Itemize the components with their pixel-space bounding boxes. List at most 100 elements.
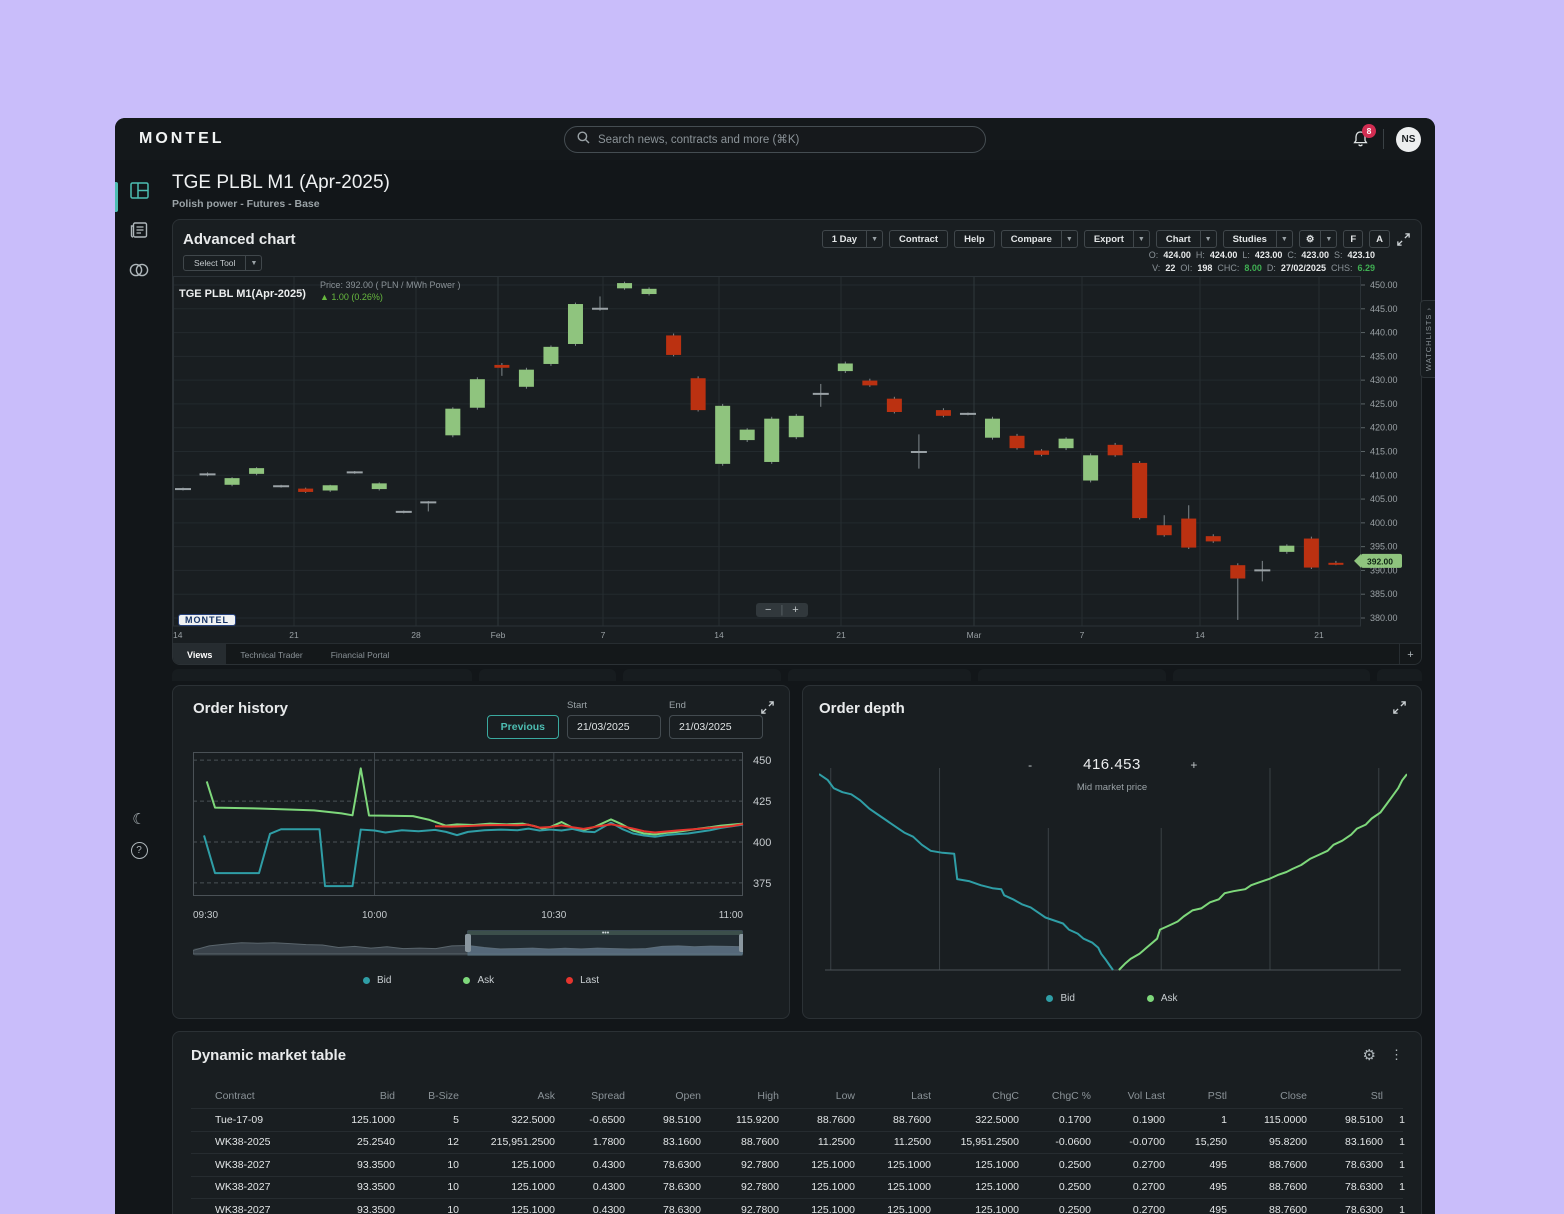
x-tick-label: 09:30	[193, 910, 218, 921]
low-value: 423.00	[1255, 250, 1283, 260]
table-cell: 0.2500	[1019, 1159, 1091, 1171]
table-cell: 125.1000	[855, 1181, 931, 1193]
expand-chart-button[interactable]	[1396, 232, 1411, 247]
expand-order-history-button[interactable]	[760, 700, 775, 720]
table-row[interactable]: WK38-202793.350010125.10000.430078.63009…	[191, 1176, 1403, 1199]
dark-mode-toggle[interactable]: ☾	[132, 810, 145, 828]
start-date-input[interactable]: 21/03/2025	[567, 715, 661, 739]
x-tick-label: 21	[836, 630, 845, 640]
series-change: 1.00 (0.26%)	[331, 292, 383, 302]
candle	[1181, 519, 1196, 548]
column-header[interactable]: ChgC %	[1019, 1090, 1091, 1102]
column-header[interactable]: Close	[1227, 1090, 1307, 1102]
ask-depth-line	[1119, 774, 1407, 970]
date-value: 27/02/2025	[1281, 263, 1326, 273]
column-header[interactable]: PStl	[1165, 1090, 1227, 1102]
left-sidebar: ☾ ?	[115, 160, 163, 1214]
candlestick-chart[interactable]: 450.00445.00440.00435.00430.00425.00420.…	[173, 276, 1421, 628]
x-tick-label: Feb	[491, 630, 506, 640]
table-cell: 11.2500	[779, 1136, 855, 1148]
range-navigator[interactable]: •••	[193, 930, 743, 961]
table-row[interactable]: WK38-202525.254012215,951.25001.780083.1…	[191, 1131, 1403, 1154]
moon-icon: ☾	[132, 811, 145, 828]
table-cell: 78.6300	[1307, 1159, 1383, 1171]
candle	[1108, 445, 1123, 455]
table-cell: 98.5100	[625, 1114, 701, 1126]
y-tick-label: 395.00	[1370, 542, 1398, 552]
column-header[interactable]: Last	[855, 1090, 931, 1102]
table-row[interactable]: Tue-17-09125.10005322.5000-0.650098.5100…	[191, 1108, 1403, 1131]
table-cell: 115.0000	[1227, 1114, 1307, 1126]
navigator-handle-right[interactable]	[739, 934, 743, 952]
x-tick-label: Mar	[967, 630, 982, 640]
legend-item-ask[interactable]: Ask	[1147, 993, 1178, 1004]
timeframe-button[interactable]: 1 Day▼	[822, 230, 883, 248]
chart-settings-button[interactable]: ⚙▼	[1299, 230, 1337, 248]
table-cell: WK38-2027	[191, 1181, 309, 1193]
help-button[interactable]: ?	[131, 842, 148, 859]
legend-item-ask[interactable]: Ask	[463, 975, 494, 986]
export-button[interactable]: Export▼	[1084, 230, 1150, 248]
zoom-in-button[interactable]: +	[792, 604, 798, 616]
table-cell: 98.5100	[1307, 1114, 1383, 1126]
candle	[568, 304, 583, 344]
x-tick-label: 10:00	[362, 910, 387, 921]
column-header[interactable]: B-Size	[395, 1090, 459, 1102]
advanced-chart-title: Advanced chart	[183, 231, 296, 248]
mid-price-increase-button[interactable]: +	[1187, 758, 1201, 772]
column-header[interactable]: Bid	[309, 1090, 395, 1102]
navigator-handle-left[interactable]	[465, 934, 471, 952]
candle	[1034, 451, 1049, 455]
column-header[interactable]: Ask	[459, 1090, 555, 1102]
order-history-title: Order history	[193, 700, 288, 739]
column-header[interactable]: Contract	[191, 1090, 309, 1102]
select-tool-dropdown[interactable]: Select Tool▼	[183, 255, 262, 271]
help-button-chart[interactable]: Help	[954, 230, 995, 248]
table-row[interactable]: WK38-202793.350010125.10000.430078.63009…	[191, 1153, 1403, 1176]
annotate-button[interactable]: A	[1369, 230, 1390, 248]
chart-views-tabbar: Views Technical Trader Financial Portal …	[173, 643, 1421, 665]
column-header[interactable]: ChgC	[931, 1090, 1019, 1102]
tab-financial-portal[interactable]: Financial Portal	[317, 644, 404, 665]
table-menu-button[interactable]: ⋮	[1390, 1047, 1403, 1063]
order-depth-chart[interactable]	[819, 768, 1405, 985]
column-header[interactable]: Open	[625, 1090, 701, 1102]
previous-button[interactable]: Previous	[487, 715, 559, 739]
candle	[225, 478, 240, 485]
contract-button[interactable]: Contract	[889, 230, 948, 248]
table-cell: 88.7600	[855, 1114, 931, 1126]
sidebar-item-history[interactable]	[129, 260, 149, 280]
search-input[interactable]: Search news, contracts and more (⌘K)	[564, 126, 986, 153]
sidebar-item-dashboard[interactable]	[129, 180, 149, 200]
candle	[1059, 439, 1074, 449]
legend-item-bid[interactable]: Bid	[1046, 993, 1074, 1004]
watchlists-tab[interactable]: WATCHLISTS ›	[1420, 300, 1435, 378]
end-date-input[interactable]: 21/03/2025	[669, 715, 763, 739]
column-header[interactable]: Stl	[1307, 1090, 1383, 1102]
chart-type-button[interactable]: Chart▼	[1156, 230, 1217, 248]
compare-button[interactable]: Compare▼	[1001, 230, 1078, 248]
column-header[interactable]: High	[701, 1090, 779, 1102]
sidebar-item-news[interactable]	[129, 220, 149, 240]
mid-price-decrease-button[interactable]: -	[1023, 758, 1037, 772]
column-header[interactable]: Low	[779, 1090, 855, 1102]
fullscreen-f-button[interactable]: F	[1343, 230, 1363, 248]
notifications-button[interactable]: 8	[1349, 128, 1371, 150]
table-row[interactable]: WK38-202793.350010125.10000.430078.63009…	[191, 1198, 1403, 1214]
tab-technical-trader[interactable]: Technical Trader	[226, 644, 316, 665]
add-view-button[interactable]: +	[1399, 644, 1421, 665]
column-header[interactable]: Vol Last	[1091, 1090, 1165, 1102]
table-cell: 215,951.2500	[459, 1136, 555, 1148]
zoom-out-button[interactable]: −	[765, 604, 771, 616]
y-tick-label: 425.00	[1370, 399, 1398, 409]
user-avatar[interactable]: NS	[1396, 127, 1421, 152]
column-header[interactable]: Spread	[555, 1090, 625, 1102]
legend-item-last[interactable]: Last	[566, 975, 599, 986]
order-history-chart[interactable]: 450425400375	[193, 752, 769, 907]
table-cell: 322.5000	[459, 1114, 555, 1126]
studies-button[interactable]: Studies▼	[1223, 230, 1293, 248]
legend-item-bid[interactable]: Bid	[363, 975, 391, 986]
tab-views[interactable]: Views	[173, 644, 226, 665]
expand-order-depth-button[interactable]	[1392, 700, 1407, 720]
table-settings-button[interactable]: ⚙	[1363, 1046, 1376, 1064]
